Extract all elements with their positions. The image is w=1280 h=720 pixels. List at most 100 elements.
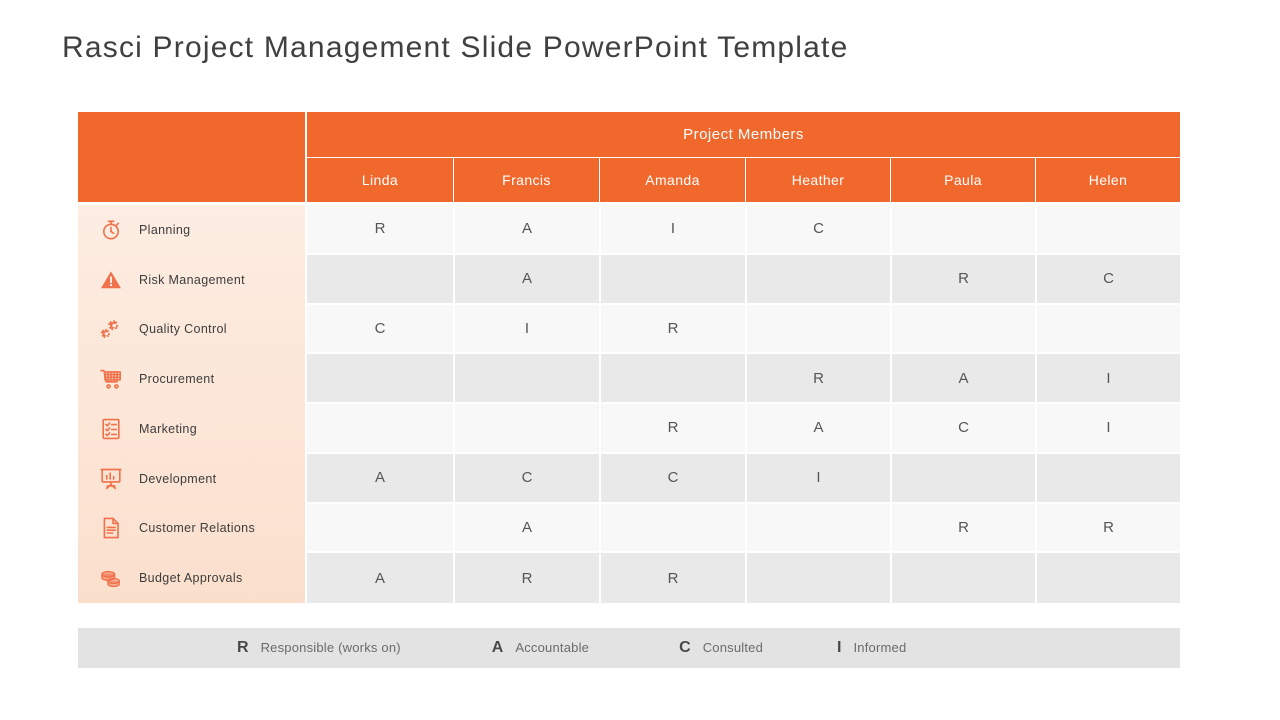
category-label: Customer Relations xyxy=(139,521,256,536)
category-row[interactable]: Marketing xyxy=(78,404,305,454)
legend-item: R Responsible (works on) xyxy=(237,639,401,657)
matrix-cell[interactable]: C xyxy=(453,453,599,504)
category-label: Planning xyxy=(139,222,191,237)
matrix-cell[interactable] xyxy=(745,304,890,355)
matrix-cell[interactable] xyxy=(1035,205,1180,255)
matrix-cell[interactable] xyxy=(890,304,1035,355)
matrix-cell[interactable] xyxy=(745,254,890,305)
matrix-cell[interactable]: A xyxy=(307,553,453,603)
matrix-cell[interactable] xyxy=(307,255,453,305)
coins-icon xyxy=(98,565,124,591)
matrix-cell[interactable]: C xyxy=(599,453,745,504)
matrix-cell[interactable]: A xyxy=(453,503,599,554)
member-header-cell[interactable]: Francis xyxy=(453,158,599,202)
category-row[interactable]: Risk Management xyxy=(78,255,305,305)
project-members-label: Project Members xyxy=(683,126,804,143)
matrix-cell[interactable] xyxy=(1035,553,1180,603)
matrix-cell[interactable]: R xyxy=(599,553,745,603)
table-row: RAIC xyxy=(307,205,1180,255)
matrix-cell[interactable]: I xyxy=(453,304,599,355)
category-label: Risk Management xyxy=(139,272,245,287)
category-label: Procurement xyxy=(139,372,215,387)
legend-description: Accountable xyxy=(515,640,590,655)
presentation-chart-icon xyxy=(98,466,124,492)
matrix-cell[interactable]: R xyxy=(890,254,1035,305)
matrix-cell[interactable] xyxy=(307,404,453,454)
page-title: Rasci Project Management Slide PowerPoin… xyxy=(62,31,849,64)
legend-description: Informed xyxy=(853,640,907,655)
member-header-cell[interactable]: Heather xyxy=(745,158,890,202)
matrix-cell[interactable] xyxy=(599,254,745,305)
matrix-cell[interactable] xyxy=(307,504,453,554)
matrix-cell[interactable]: A xyxy=(890,354,1035,404)
legend-key: C xyxy=(679,639,691,656)
matrix-cell[interactable]: A xyxy=(453,254,599,305)
legend-item: I Informed xyxy=(837,639,906,657)
matrix-cell[interactable]: A xyxy=(307,454,453,504)
table-row: ARR xyxy=(307,553,1180,603)
category-label: Quality Control xyxy=(139,322,227,337)
category-label: Development xyxy=(139,471,217,486)
rasci-matrix-table: Planning Risk Management Quality Control Pr… xyxy=(78,112,1180,603)
matrix-cell[interactable]: R xyxy=(453,553,599,603)
document-icon xyxy=(98,515,124,541)
matrix-cell[interactable]: C xyxy=(890,404,1035,454)
category-row[interactable]: Development xyxy=(78,454,305,504)
category-row[interactable]: Planning xyxy=(78,205,305,255)
table-row: RACI xyxy=(307,404,1180,454)
category-row[interactable]: Customer Relations xyxy=(78,504,305,554)
member-header-cell[interactable]: Helen xyxy=(1035,158,1180,202)
slide-canvas: Rasci Project Management Slide PowerPoin… xyxy=(0,0,1280,720)
matrix-cell[interactable] xyxy=(745,503,890,554)
matrix-cell[interactable]: R xyxy=(599,304,745,355)
matrix-cell[interactable]: R xyxy=(745,354,890,404)
matrix-cell[interactable]: C xyxy=(307,305,453,355)
matrix-cell[interactable] xyxy=(1035,453,1180,504)
table-row: A RR xyxy=(307,503,1180,554)
matrix-cell[interactable] xyxy=(890,553,1035,603)
matrix-cell[interactable]: R xyxy=(307,205,453,255)
matrix-cell[interactable]: C xyxy=(745,205,890,255)
legend-item: C Consulted xyxy=(679,639,763,657)
matrix-cell[interactable] xyxy=(453,404,599,454)
gears-icon xyxy=(98,316,124,342)
category-label: Budget Approvals xyxy=(139,571,243,586)
matrix-cell[interactable]: I xyxy=(599,205,745,255)
category-label: Marketing xyxy=(139,421,198,436)
matrix-cell[interactable] xyxy=(599,354,745,404)
category-column-header xyxy=(78,112,305,202)
table-row: CIR xyxy=(307,304,1180,355)
matrix-cell[interactable] xyxy=(890,453,1035,504)
matrix-cell[interactable]: A xyxy=(745,404,890,454)
matrix-cell[interactable] xyxy=(890,205,1035,255)
matrix-cell[interactable]: I xyxy=(1035,354,1180,404)
matrix-cell[interactable] xyxy=(745,553,890,603)
matrix-cell[interactable] xyxy=(307,354,453,404)
legend-key: A xyxy=(491,639,504,656)
members-grid: Project Members Linda Francis Amanda Heathe… xyxy=(307,112,1180,603)
matrix-cell[interactable]: R xyxy=(890,503,1035,554)
matrix-body: RAICARCCIRRAIRACIACCIARRARR xyxy=(307,205,1180,603)
legend-key: I xyxy=(837,639,842,656)
category-column: Planning Risk Management Quality Control Pr… xyxy=(78,112,305,603)
matrix-cell[interactable]: R xyxy=(599,404,745,454)
stopwatch-icon xyxy=(98,217,124,243)
category-row[interactable]: Budget Approvals xyxy=(78,553,305,603)
warning-triangle-icon xyxy=(98,267,124,293)
category-row[interactable]: Procurement xyxy=(78,354,305,404)
matrix-cell[interactable]: C xyxy=(1035,254,1180,305)
category-row[interactable]: Quality Control xyxy=(78,305,305,355)
matrix-cell[interactable] xyxy=(453,354,599,404)
shopping-cart-icon xyxy=(98,366,124,392)
matrix-cell[interactable]: I xyxy=(745,453,890,504)
matrix-cell[interactable] xyxy=(1035,304,1180,355)
member-header-cell[interactable]: Linda xyxy=(307,158,453,202)
table-row: ACCI xyxy=(307,453,1180,504)
member-header-cell[interactable]: Amanda xyxy=(599,158,745,202)
member-header-cell[interactable]: Paula xyxy=(890,158,1035,202)
matrix-cell[interactable]: I xyxy=(1035,404,1180,454)
table-row: A RC xyxy=(307,254,1180,305)
matrix-cell[interactable] xyxy=(599,503,745,554)
matrix-cell[interactable]: R xyxy=(1035,503,1180,554)
matrix-cell[interactable]: A xyxy=(453,205,599,255)
